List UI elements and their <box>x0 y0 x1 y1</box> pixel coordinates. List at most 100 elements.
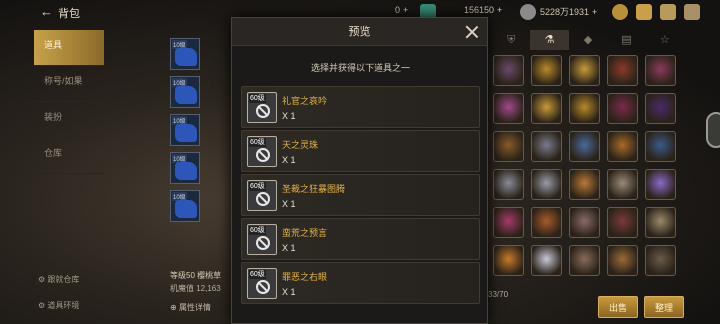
reward-option[interactable]: 60级 礼官之哀吟 X 1 <box>241 86 480 128</box>
sidebar-footer-env[interactable]: ⚙ 道具环境 <box>38 300 79 311</box>
sidebar-item-storage[interactable]: 仓库 <box>34 138 104 174</box>
reward-option[interactable]: 60级 天之灵珠 X 1 <box>241 130 480 172</box>
inventory-slot[interactable] <box>531 169 562 200</box>
unavailable-icon <box>256 280 270 294</box>
mail-icon[interactable] <box>636 4 652 20</box>
modal-subtitle: 选择并获得以下道具之一 <box>310 63 410 73</box>
chat-icon[interactable] <box>660 4 676 20</box>
preview-modal: 预览 选择并获得以下道具之一 60级 礼官之哀吟 X 1 60级 天之灵珠 X … <box>231 17 488 324</box>
equip-slot[interactable]: 10级 <box>170 190 200 222</box>
item-icon: 60级 <box>247 180 277 211</box>
sidebar-item-label: 道具 <box>44 40 63 50</box>
unavailable-icon <box>256 104 270 118</box>
gold-pile-icon <box>612 4 628 20</box>
inventory-slot[interactable] <box>531 245 562 276</box>
inventory-slot[interactable] <box>493 207 524 238</box>
sidebar-item-titles[interactable]: 称号/如果 <box>34 66 104 102</box>
glove-icon <box>175 48 197 66</box>
armor-icon <box>175 86 197 104</box>
inventory-slot[interactable] <box>645 245 676 276</box>
item-quantity: X 1 <box>282 243 296 253</box>
inventory-slot[interactable] <box>493 245 524 276</box>
sidebar-footer-storage[interactable]: ⚙ 跟就仓库 <box>38 274 79 285</box>
inventory-slot[interactable] <box>569 169 600 200</box>
detail-button[interactable]: ⊕ 属性详情 <box>170 302 221 313</box>
inventory-slot[interactable] <box>645 55 676 86</box>
sidebar-item-items[interactable]: 道具 <box>34 30 104 66</box>
inventory-slot[interactable] <box>493 93 524 124</box>
inventory-slot[interactable] <box>569 131 600 162</box>
equip-slot[interactable]: 10级 <box>170 38 200 70</box>
tab-book-icon[interactable]: ▤ <box>607 30 645 50</box>
inventory-slot[interactable] <box>607 169 638 200</box>
unavailable-icon <box>256 192 270 206</box>
inventory-slot[interactable] <box>607 245 638 276</box>
inventory-slot[interactable] <box>531 93 562 124</box>
inventory-slot[interactable] <box>569 207 600 238</box>
sell-button[interactable]: 出售 <box>598 296 638 318</box>
coin-icon <box>520 4 536 20</box>
reward-option[interactable]: 60级 蛮荒之预言 X 1 <box>241 218 480 260</box>
tab-equipment-icon[interactable]: ⛨ <box>492 30 530 50</box>
pants-icon <box>175 124 197 142</box>
inventory-slot[interactable] <box>531 55 562 86</box>
tab-star-icon[interactable]: ☆ <box>646 30 684 50</box>
character-info: 等级50 樱桃草 机魔值 12,163 ⊕ 属性详情 <box>170 270 221 313</box>
boots-icon <box>175 200 197 218</box>
item-quantity: X 1 <box>282 199 296 209</box>
inventory-slot[interactable] <box>569 93 600 124</box>
inventory-slot[interactable] <box>645 169 676 200</box>
sidebar: 道具 称号/如果 装扮 仓库 <box>34 30 104 174</box>
menu-icon[interactable] <box>684 4 700 20</box>
inventory-count: 33/70 <box>488 290 509 299</box>
inventory-slot[interactable] <box>531 207 562 238</box>
item-quantity: X 1 <box>282 287 296 297</box>
equip-slot[interactable]: 10级 <box>170 114 200 146</box>
inventory-slot[interactable] <box>569 245 600 276</box>
item-quantity: X 1 <box>282 111 296 121</box>
inventory-slot[interactable] <box>607 93 638 124</box>
equip-slot[interactable]: 10级 <box>170 152 200 184</box>
item-quantity: X 1 <box>282 155 296 165</box>
inventory-slot[interactable] <box>607 207 638 238</box>
side-drawer-handle[interactable] <box>706 112 720 148</box>
equip-slot[interactable]: 10级 <box>170 76 200 108</box>
item-icon: 60级 <box>247 268 277 299</box>
reward-option[interactable]: 60级 罪恶之右眼 X 1 <box>241 262 480 304</box>
reward-option[interactable]: 60级 圣裁之狂暴图腾 X 1 <box>241 174 480 216</box>
inventory-slot[interactable] <box>607 55 638 86</box>
modal-title: 预览 <box>232 18 487 46</box>
tab-material-icon[interactable]: ◆ <box>569 30 607 50</box>
item-icon: 60级 <box>247 92 277 123</box>
character-power: 机魔值 12,163 <box>170 284 221 293</box>
belt-icon <box>175 162 197 180</box>
inventory-slot[interactable] <box>531 131 562 162</box>
sort-button[interactable]: 整理 <box>644 296 684 318</box>
item-name: 蛮荒之预言 <box>282 228 328 238</box>
tab-potion-icon[interactable]: ⚗ <box>530 30 569 50</box>
currency-2-amount: 156150 + <box>464 5 503 15</box>
inventory-slot[interactable] <box>645 131 676 162</box>
sidebar-item-label: 仓库 <box>44 148 63 158</box>
sidebar-item-label: 装扮 <box>44 112 63 122</box>
sidebar-item-label: 称号/如果 <box>44 76 83 86</box>
sidebar-item-outfit[interactable]: 装扮 <box>34 102 104 138</box>
inventory-slot[interactable] <box>645 93 676 124</box>
close-icon[interactable] <box>465 25 479 39</box>
unavailable-icon <box>256 148 270 162</box>
inventory-slot[interactable] <box>645 207 676 238</box>
item-name: 礼官之哀吟 <box>282 96 328 106</box>
page-title: 背包 <box>58 8 80 20</box>
item-icon: 60级 <box>247 136 277 167</box>
back-arrow-icon[interactable]: ← <box>40 5 54 19</box>
item-name: 天之灵珠 <box>282 140 319 150</box>
inventory-slot[interactable] <box>493 131 524 162</box>
inventory-slot[interactable] <box>569 55 600 86</box>
inventory-slot[interactable] <box>493 169 524 200</box>
currency-1-amount: 0 + <box>395 5 409 15</box>
inventory-slot[interactable] <box>607 131 638 162</box>
inventory-slot[interactable] <box>493 55 524 86</box>
item-name: 圣裁之狂暴图腾 <box>282 184 346 194</box>
unavailable-icon <box>256 236 270 250</box>
item-icon: 60级 <box>247 224 277 255</box>
